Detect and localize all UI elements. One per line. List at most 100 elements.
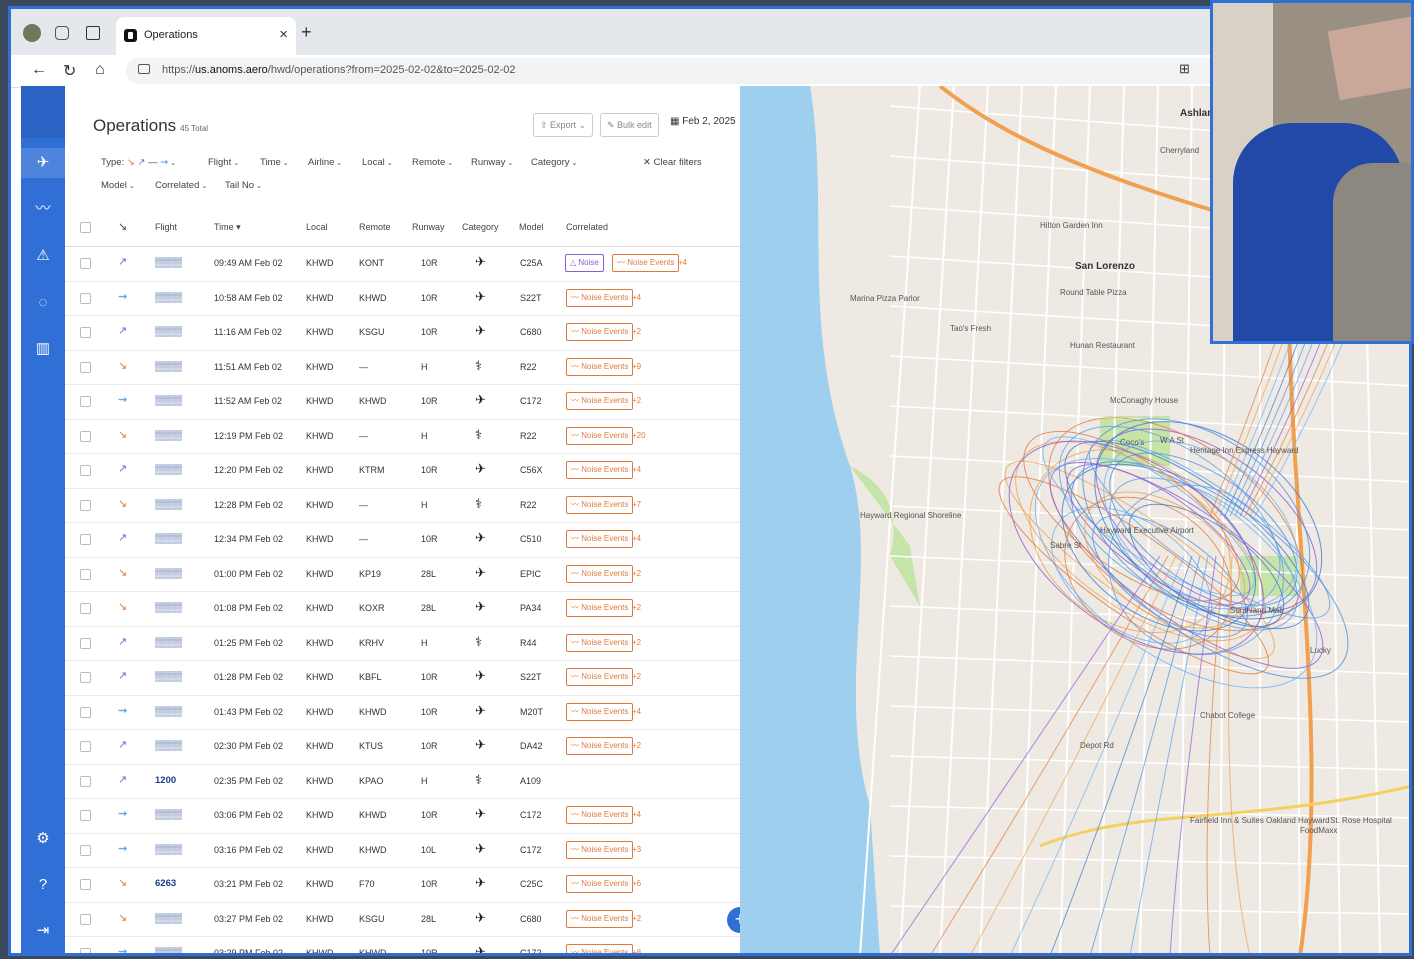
noise-events-chip[interactable]: 〰 Noise Events [566, 323, 634, 341]
runway-filter[interactable]: Runway ⌄ [471, 157, 513, 168]
profile-icon[interactable] [23, 24, 41, 42]
model-filter[interactable]: Model ⌄ [101, 180, 135, 191]
col-correlated[interactable]: Correlated [566, 222, 608, 232]
operations-nav-icon[interactable]: ✈ [21, 148, 65, 178]
table-row[interactable]: ↗ 1200 02:35 PM Feb 02 KHWD KPAO H ⚕ A109 [65, 764, 740, 799]
date-picker[interactable]: ▦ Feb 2, 2025 [670, 116, 736, 127]
noise-events-chip[interactable]: 〰 Noise Events [566, 944, 634, 953]
row-checkbox[interactable] [80, 534, 91, 545]
remote-filter[interactable]: Remote ⌄ [412, 157, 453, 168]
table-row[interactable]: ⇝ ▒▒▒▒ 03:29 PM Feb 02 KHWD KHWD 10R ✈ C172 〰 No… [65, 936, 740, 953]
row-checkbox[interactable] [80, 465, 91, 476]
more-events-count[interactable]: +3 [632, 845, 641, 854]
more-events-count[interactable]: +4 [632, 465, 641, 474]
noise-events-chip[interactable]: 〰 Noise Events [566, 599, 634, 617]
noise-events-chip[interactable]: 〰 Noise Events [566, 840, 634, 859]
table-row[interactable]: ↘ ▒▒▒▒ 01:08 PM Feb 02 KHWD KOXR 28L ✈ PA34 〰 No… [65, 591, 740, 627]
more-events-count[interactable]: +2 [632, 638, 641, 647]
col-flight[interactable]: Flight [155, 222, 177, 232]
col-model[interactable]: Model [519, 222, 544, 232]
table-row[interactable]: ↘ ▒▒▒▒ 12:28 PM Feb 02 KHWD — H ⚕ R22 〰 Noise Ev… [65, 488, 740, 523]
flight-id[interactable]: ▒▒▒▒ [155, 464, 182, 475]
noise-events-chip[interactable]: 〰 Noise Events [566, 909, 634, 928]
reports-nav-icon[interactable]: ▥ [21, 334, 65, 364]
row-checkbox[interactable] [80, 396, 91, 407]
row-checkbox[interactable] [80, 568, 91, 580]
correlated-filter[interactable]: Correlated ⌄ [155, 180, 207, 191]
workspaces-icon[interactable] [55, 26, 69, 40]
flight-id[interactable]: ▒▒▒▒ [155, 671, 182, 682]
flight-id[interactable]: ▒▒▒▒ [155, 292, 182, 303]
url-field[interactable]: https://us.anoms.aero/hwd/operations?fro… [126, 58, 1326, 84]
table-row[interactable]: ⇝ ▒▒▒▒ 11:52 AM Feb 02 KHWD KHWD 10R ✈ C172 〰 No… [65, 384, 740, 420]
noise-events-chip[interactable]: 〰 Noise Events [566, 806, 634, 824]
more-events-count[interactable]: +4 [632, 707, 641, 716]
flight-id[interactable]: ▒▒▒▒ [155, 499, 182, 510]
more-events-count[interactable]: +2 [632, 672, 641, 681]
noise-events-chip[interactable]: 〰 Noise Events [566, 633, 634, 652]
noise-events-chip[interactable]: 〰 Noise Events [566, 737, 634, 755]
more-events-count[interactable]: +20 [632, 431, 646, 440]
noise-events-chip[interactable]: 〰 Noise Events [566, 392, 634, 410]
flight-id[interactable]: ▒▒▒▒ [155, 568, 182, 579]
alerts-nav-icon[interactable]: ⚠ [21, 241, 65, 271]
flight-id[interactable]: ▒▒▒▒ [155, 395, 182, 406]
more-events-count[interactable]: +4 [678, 258, 687, 267]
table-row[interactable]: ↘ ▒▒▒▒ 03:27 PM Feb 02 KHWD KSGU 28L ✈ C680 〰 No… [65, 902, 740, 937]
category-filter[interactable]: Category ⌄ [531, 157, 577, 168]
row-checkbox[interactable] [80, 672, 91, 683]
col-remote[interactable]: Remote [359, 222, 391, 232]
noise-nav-icon[interactable]: 〰 [21, 194, 65, 224]
table-row[interactable]: ↘ 6263 03:21 PM Feb 02 KHWD F70 10R ✈ C25C 〰 Noi… [65, 867, 740, 903]
more-events-count[interactable]: +2 [632, 327, 641, 336]
noise-events-chip[interactable]: 〰 Noise Events [566, 461, 634, 479]
export-button[interactable]: ⇪ Export ⌄ [533, 113, 594, 137]
clear-filters-button[interactable]: ✕ Clear filters [643, 157, 702, 168]
flight-id[interactable]: ▒▒▒▒ [155, 257, 182, 268]
row-checkbox[interactable] [80, 258, 91, 269]
noise-events-chip[interactable]: 〰 Noise Events [566, 426, 634, 445]
more-events-count[interactable]: +7 [632, 500, 641, 509]
row-checkbox[interactable] [80, 430, 91, 442]
bulk-edit-button[interactable]: ✎ Bulk edit [600, 113, 659, 137]
complaints-nav-icon[interactable]: ◌ [21, 288, 65, 318]
row-checkbox[interactable] [80, 879, 91, 890]
flight-id[interactable]: 6263 [155, 878, 176, 889]
home-icon[interactable]: ⌂ [95, 61, 105, 79]
more-events-count[interactable]: +4 [632, 810, 641, 819]
noise-events-chip[interactable]: 〰 Noise Events [566, 357, 634, 376]
more-events-count[interactable]: +6 [632, 879, 641, 888]
back-icon[interactable]: ← [31, 61, 47, 79]
noise-events-chip[interactable]: 〰 Noise Events [566, 668, 634, 686]
row-checkbox[interactable] [80, 741, 91, 752]
table-row[interactable]: ↘ ▒▒▒▒ 11:51 AM Feb 02 KHWD — H ⚕ R22 〰 Noise Ev… [65, 350, 740, 385]
row-checkbox[interactable] [80, 327, 91, 338]
more-events-count[interactable]: +2 [632, 741, 641, 750]
more-events-count[interactable]: +9 [632, 362, 641, 371]
more-events-count[interactable]: +2 [632, 603, 641, 612]
flight-id[interactable]: ▒▒▒▒ [155, 947, 182, 953]
more-events-count[interactable]: +4 [632, 534, 641, 543]
row-checkbox[interactable] [80, 913, 91, 925]
noise-events-chip[interactable]: 〰 Noise Events [566, 530, 634, 548]
noise-events-chip[interactable]: 〰 Noise Events [566, 564, 634, 583]
table-row[interactable]: ↘ ▒▒▒▒ 01:00 PM Feb 02 KHWD KP19 28L ✈ EPIC 〰 No… [65, 557, 740, 592]
table-row[interactable]: ⇝ ▒▒▒▒ 03:06 PM Feb 02 KHWD KHWD 10R ✈ C172 〰 No… [65, 798, 740, 834]
table-row[interactable]: ↗ ▒▒▒▒ 01:25 PM Feb 02 KHWD KRHV H ⚕ R44 〰 Noise… [65, 626, 740, 661]
col-time[interactable]: Time ▾ [214, 222, 241, 233]
row-checkbox[interactable] [80, 948, 91, 953]
col-local[interactable]: Local [306, 222, 328, 232]
noise-events-chip[interactable]: 〰 Noise Events [612, 254, 680, 272]
col-runway[interactable]: Runway [412, 222, 445, 232]
table-row[interactable]: ↗ ▒▒▒▒ 09:49 AM Feb 02 KHWD KONT 10R ✈ C25A △ No… [65, 246, 740, 282]
settings-nav-icon[interactable]: ⚙ [21, 824, 65, 854]
time-filter[interactable]: Time ⌄ [260, 157, 289, 168]
type-filter[interactable]: Type: ↘ ↗ — ⇝ ⌄ [101, 157, 176, 168]
close-tab-icon[interactable]: × [279, 26, 288, 43]
table-row[interactable]: ↗ ▒▒▒▒ 12:34 PM Feb 02 KHWD — 10R ✈ C510 〰 Noise… [65, 522, 740, 558]
row-checkbox[interactable] [80, 844, 91, 856]
reader-view-icon[interactable]: ⊞ [1179, 61, 1190, 77]
direction-sort-icon[interactable]: ↘ [118, 220, 127, 233]
flight-id[interactable]: ▒▒▒▒ [155, 809, 182, 820]
table-row[interactable]: ⇝ ▒▒▒▒ 10:58 AM Feb 02 KHWD KHWD 10R ✈ S22T 〰 No… [65, 281, 740, 316]
